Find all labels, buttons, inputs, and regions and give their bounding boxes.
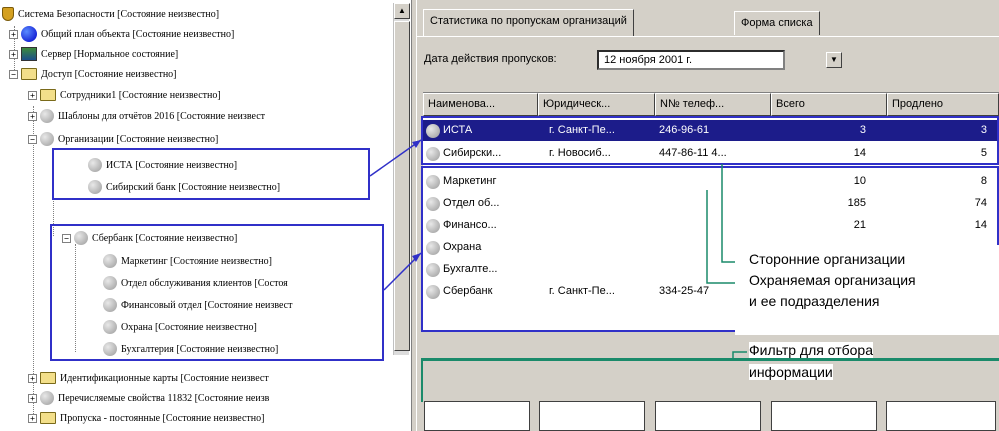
tree-item-label: Перечисляемые свойства 11832 [Состояние … (58, 392, 270, 404)
annotation-protected-sub: и ее подразделения (749, 293, 880, 309)
column-header[interactable]: N№ телеф... (655, 93, 771, 116)
tree-item-label: Сотрудники1 [Состояние неизвестно] (60, 89, 221, 101)
tree-item-label: Идентификационные карты [Состояние неизв… (60, 372, 269, 384)
filter-area (423, 332, 999, 398)
annotation-third-party: Сторонние организации (749, 251, 906, 267)
annotation-callout: Сторонние организации Охраняемая организ… (735, 245, 999, 335)
tree-item-access[interactable]: − Доступ [Состояние неизвестно] (9, 65, 177, 83)
tree-item-server[interactable]: + Сервер [Нормальное состояние] (9, 45, 178, 63)
tree-item-employees[interactable]: + Сотрудники1 [Состояние неизвестно] (28, 86, 221, 104)
highlight-third-party-tree (52, 148, 370, 200)
tree-item-enum-properties[interactable]: + Перечисляемые свойства 11832 [Состояни… (28, 389, 269, 407)
filter-highlight-line (421, 358, 999, 361)
shield-icon (2, 7, 14, 21)
expand-icon[interactable]: + (28, 393, 37, 403)
annotation-filter-sub: информации (749, 364, 833, 380)
status-circle-icon (40, 132, 54, 146)
tree-item-label: Шаблоны для отчётов 2016 [Состояние неиз… (58, 110, 265, 122)
folder-icon (40, 412, 56, 424)
expand-icon[interactable]: + (9, 29, 18, 39)
expand-icon[interactable]: + (28, 413, 37, 423)
tree-item-organizations[interactable]: − Организации [Состояние неизвестно] (28, 130, 218, 148)
expand-icon[interactable]: + (28, 90, 37, 100)
object-tree: Система Безопасности [Состояние неизвест… (0, 0, 410, 431)
filter-input[interactable] (539, 401, 645, 431)
tree-item-label: Общий план объекта [Состояние неизвестно… (41, 28, 235, 40)
collapse-icon[interactable]: − (28, 134, 37, 144)
status-circle-icon (40, 109, 54, 123)
expand-icon[interactable]: + (28, 373, 37, 383)
tab-list-form[interactable]: Форма списка (734, 11, 820, 35)
expand-icon[interactable]: + (9, 49, 18, 59)
collapse-icon[interactable]: − (9, 69, 18, 79)
column-header[interactable]: Всего (771, 93, 887, 116)
filter-highlight-line (421, 358, 423, 402)
globe-icon (21, 26, 37, 42)
tree-item-label: Пропуска - постоянные [Состояние неизвес… (60, 412, 265, 424)
column-header[interactable]: Продлено (887, 93, 999, 116)
tree-item-report-templates[interactable]: + Шаблоны для отчётов 2016 [Состояние не… (28, 107, 265, 125)
date-field[interactable]: 12 ноября 2001 г. (597, 50, 785, 70)
annotation-protected: Охраняемая организация (749, 272, 916, 288)
filter-input[interactable] (424, 401, 530, 431)
filter-input[interactable] (655, 401, 761, 431)
column-header[interactable]: Юридическ... (538, 93, 655, 116)
chevron-down-icon[interactable]: ▼ (826, 52, 842, 68)
folder-icon (21, 68, 37, 80)
column-header[interactable]: Наименова... (423, 93, 538, 116)
highlight-third-party-table (421, 116, 999, 165)
tree-item-label: Сервер [Нормальное состояние] (41, 48, 179, 60)
date-label: Дата действия пропусков: (424, 53, 557, 65)
scroll-up-button[interactable]: ▲ (394, 3, 410, 19)
annotation-filter: Фильтр для отбора (749, 342, 873, 358)
filter-input[interactable] (771, 401, 877, 431)
tree-item-label: Доступ [Состояние неизвестно] (41, 68, 177, 80)
tab-baseline (417, 36, 999, 37)
computer-icon (21, 47, 37, 61)
tree-scrollbar[interactable]: ▲ (393, 3, 410, 355)
expand-icon[interactable]: + (28, 111, 37, 121)
filter-input[interactable] (886, 401, 996, 431)
highlight-protected-tree (50, 224, 384, 361)
scroll-thumb[interactable] (394, 21, 410, 351)
tree-item-label: Система Безопасности [Состояние неизвест… (18, 8, 220, 20)
folder-icon (40, 372, 56, 384)
tree-item-permanent-passes[interactable]: + Пропуска - постоянные [Состояние неизв… (28, 409, 264, 427)
tree-item-site-plan[interactable]: + Общий план объекта [Состояние неизвест… (9, 25, 234, 43)
tree-item-label: Организации [Состояние неизвестно] (58, 133, 219, 145)
status-circle-icon (40, 391, 54, 405)
tree-item-id-cards[interactable]: + Идентификационные карты [Состояние неи… (28, 369, 269, 387)
folder-icon (40, 89, 56, 101)
tab-statistics[interactable]: Статистика по пропускам организаций (423, 9, 634, 36)
tree-item-security-system[interactable]: Система Безопасности [Состояние неизвест… (2, 5, 219, 23)
